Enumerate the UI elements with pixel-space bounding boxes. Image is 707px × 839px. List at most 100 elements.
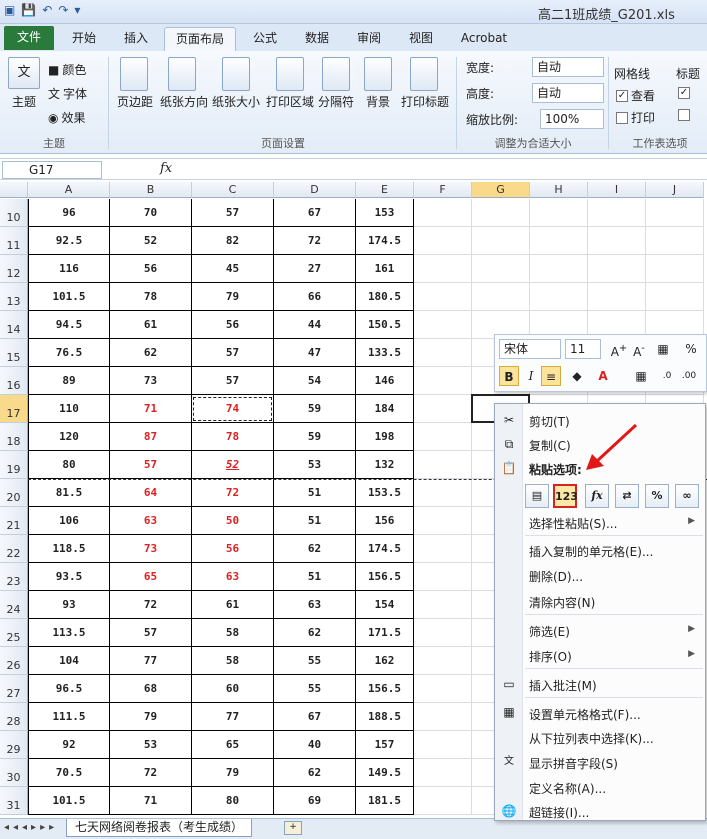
- orientation-icon[interactable]: [168, 57, 196, 91]
- breaks-icon[interactable]: [322, 57, 350, 91]
- cell-C20[interactable]: 72: [192, 479, 274, 507]
- cell-E19[interactable]: 132: [356, 451, 414, 479]
- decrease-decimal-icon[interactable]: .00: [679, 366, 699, 386]
- cell-B20[interactable]: 64: [110, 479, 192, 507]
- cell-B12[interactable]: 56: [110, 255, 192, 283]
- cell-A25[interactable]: 113.5: [28, 619, 110, 647]
- themes-icon[interactable]: 文: [8, 57, 40, 89]
- cell-D12[interactable]: 27: [274, 255, 356, 283]
- cell-B29[interactable]: 53: [110, 731, 192, 759]
- cell-A30[interactable]: 70.5: [28, 759, 110, 787]
- cell-C31[interactable]: 80: [192, 787, 274, 815]
- cell-E10[interactable]: 153: [356, 199, 414, 227]
- row-header-22[interactable]: 22: [0, 535, 28, 563]
- cell-C12[interactable]: 45: [192, 255, 274, 283]
- margins-button[interactable]: 页边距: [112, 93, 158, 110]
- row-header-29[interactable]: 29: [0, 731, 28, 759]
- cell-C30[interactable]: 79: [192, 759, 274, 787]
- cell-A21[interactable]: 106: [28, 507, 110, 535]
- cell-E13[interactable]: 180.5: [356, 283, 414, 311]
- cell-D16[interactable]: 54: [274, 367, 356, 395]
- tab-data[interactable]: 数据: [294, 27, 340, 51]
- cell-H13[interactable]: [530, 283, 588, 311]
- paste-link-icon[interactable]: ∞: [675, 484, 699, 508]
- cell-D30[interactable]: 62: [274, 759, 356, 787]
- fill-color-icon[interactable]: ◆: [567, 366, 587, 386]
- row-header-24[interactable]: 24: [0, 591, 28, 619]
- cell-E17[interactable]: 184: [356, 395, 414, 423]
- cell-A14[interactable]: 94.5: [28, 311, 110, 339]
- cell-C26[interactable]: 58: [192, 647, 274, 675]
- paste-formatting-icon[interactable]: %: [645, 484, 669, 508]
- headings-print-checkbox[interactable]: [678, 109, 690, 121]
- cell-D11[interactable]: 72: [274, 227, 356, 255]
- cell-C13[interactable]: 79: [192, 283, 274, 311]
- insert-sheet-icon[interactable]: +: [284, 821, 302, 835]
- cell-D27[interactable]: 55: [274, 675, 356, 703]
- redo-icon[interactable]: ↷: [58, 3, 68, 17]
- menu-item-delete[interactable]: 删除(D)...: [529, 568, 583, 585]
- save-icon[interactable]: 💾: [21, 3, 36, 17]
- print-titles-icon[interactable]: [410, 57, 438, 91]
- row-header-15[interactable]: 15: [0, 339, 28, 367]
- cell-F27[interactable]: [414, 675, 472, 703]
- cell-A19[interactable]: 80: [28, 451, 110, 479]
- italic-button[interactable]: I: [521, 366, 541, 386]
- menu-item-define-name[interactable]: 定义名称(A)...: [529, 780, 606, 797]
- theme-colors-button[interactable]: ■ 颜色: [48, 61, 86, 78]
- menu-item-cut[interactable]: 剪切(T): [529, 413, 570, 430]
- cell-I10[interactable]: [588, 199, 646, 227]
- paper-size-icon[interactable]: [222, 57, 250, 91]
- cell-E25[interactable]: 171.5: [356, 619, 414, 647]
- orientation-button[interactable]: 纸张方向: [158, 93, 210, 110]
- theme-effects-button[interactable]: ◉ 效果: [48, 109, 86, 126]
- menu-item-format-cells[interactable]: 设置单元格格式(F)...: [529, 706, 641, 723]
- center-align-icon[interactable]: ≡: [541, 366, 561, 386]
- print-titles-button[interactable]: 打印标题: [398, 93, 452, 110]
- cell-E31[interactable]: 181.5: [356, 787, 414, 815]
- menu-item-hyperlink[interactable]: 超链接(I)...: [529, 804, 589, 821]
- cell-A16[interactable]: 89: [28, 367, 110, 395]
- cell-F31[interactable]: [414, 787, 472, 815]
- margins-icon[interactable]: [120, 57, 148, 91]
- cell-B21[interactable]: 63: [110, 507, 192, 535]
- cell-F18[interactable]: [414, 423, 472, 451]
- cell-F23[interactable]: [414, 563, 472, 591]
- cell-A13[interactable]: 101.5: [28, 283, 110, 311]
- paste-icon[interactable]: ▤: [525, 484, 549, 508]
- cell-A15[interactable]: 76.5: [28, 339, 110, 367]
- row-header-23[interactable]: 23: [0, 563, 28, 591]
- cell-B11[interactable]: 52: [110, 227, 192, 255]
- cell-A17[interactable]: 110: [28, 395, 110, 423]
- cell-D10[interactable]: 67: [274, 199, 356, 227]
- cell-G10[interactable]: [472, 199, 530, 227]
- cell-B16[interactable]: 73: [110, 367, 192, 395]
- tab-page-layout[interactable]: 页面布局: [164, 27, 236, 51]
- row-header-17[interactable]: 17: [0, 395, 28, 423]
- cell-A22[interactable]: 118.5: [28, 535, 110, 563]
- cell-A28[interactable]: 111.5: [28, 703, 110, 731]
- cell-I11[interactable]: [588, 227, 646, 255]
- cell-A12[interactable]: 116: [28, 255, 110, 283]
- cell-F26[interactable]: [414, 647, 472, 675]
- tab-acrobat[interactable]: Acrobat: [452, 27, 516, 51]
- cell-E27[interactable]: 156.5: [356, 675, 414, 703]
- cell-F21[interactable]: [414, 507, 472, 535]
- cell-A27[interactable]: 96.5: [28, 675, 110, 703]
- paste-transpose-icon[interactable]: ⇄: [615, 484, 639, 508]
- cell-B27[interactable]: 68: [110, 675, 192, 703]
- zoom-spinner[interactable]: 100%: [540, 109, 604, 129]
- cell-C18[interactable]: 78: [192, 423, 274, 451]
- cell-B25[interactable]: 57: [110, 619, 192, 647]
- gridlines-print-checkbox[interactable]: 打印: [616, 109, 655, 126]
- cell-B31[interactable]: 71: [110, 787, 192, 815]
- paper-size-button[interactable]: 纸张大小: [210, 93, 262, 110]
- column-header-D[interactable]: D: [274, 182, 356, 198]
- row-header-14[interactable]: 14: [0, 311, 28, 339]
- cell-F25[interactable]: [414, 619, 472, 647]
- cell-H10[interactable]: [530, 199, 588, 227]
- column-header-E[interactable]: E: [356, 182, 414, 198]
- cell-C22[interactable]: 56: [192, 535, 274, 563]
- row-header-13[interactable]: 13: [0, 283, 28, 311]
- row-header-26[interactable]: 26: [0, 647, 28, 675]
